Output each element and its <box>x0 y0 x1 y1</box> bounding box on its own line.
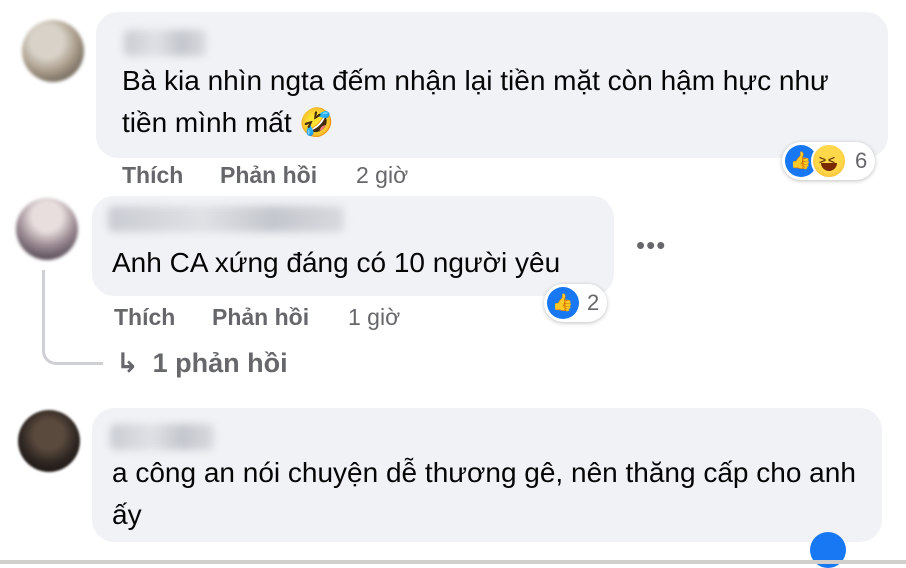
comment-timestamp[interactable]: 1 giờ <box>348 304 400 331</box>
commenter-avatar[interactable] <box>16 198 78 260</box>
bottom-edge <box>0 560 906 564</box>
commenter-name-blurred[interactable] <box>124 30 206 56</box>
reaction-count: 2 <box>587 290 600 315</box>
comment-text: a công an nói chuyện dễ thương gê, nên t… <box>112 457 856 530</box>
like-icon <box>547 287 579 319</box>
reply-action-button[interactable]: Phản hồi <box>220 162 317 189</box>
view-replies-link[interactable]: ↳ 1 phản hồi <box>116 348 288 379</box>
comment-timestamp[interactable]: 2 giờ <box>356 162 408 189</box>
commenter-avatar[interactable] <box>22 20 84 82</box>
reaction-count: 6 <box>855 148 868 173</box>
comment-text: Bà kia nhìn ngta đếm nhận lại tiền mặt c… <box>122 65 829 138</box>
reply-arrow-icon: ↳ <box>116 348 139 378</box>
more-options-icon[interactable]: ••• <box>636 230 666 261</box>
reaction-summary[interactable]: >< 6 <box>782 142 876 180</box>
haha-icon: >< <box>811 143 847 179</box>
commenter-name-blurred[interactable] <box>110 424 214 450</box>
commenter-name-blurred[interactable] <box>108 206 344 232</box>
reply-action-button[interactable]: Phản hồi <box>212 304 309 331</box>
replies-count-label: 1 phản hồi <box>152 348 288 378</box>
like-action-button[interactable]: Thích <box>114 304 175 331</box>
commenter-avatar[interactable] <box>18 410 80 472</box>
comment-text: Anh CA xứng đáng có 10 người yêu <box>112 247 561 278</box>
reaction-summary[interactable]: 2 <box>544 284 608 322</box>
like-action-button[interactable]: Thích <box>122 162 183 189</box>
